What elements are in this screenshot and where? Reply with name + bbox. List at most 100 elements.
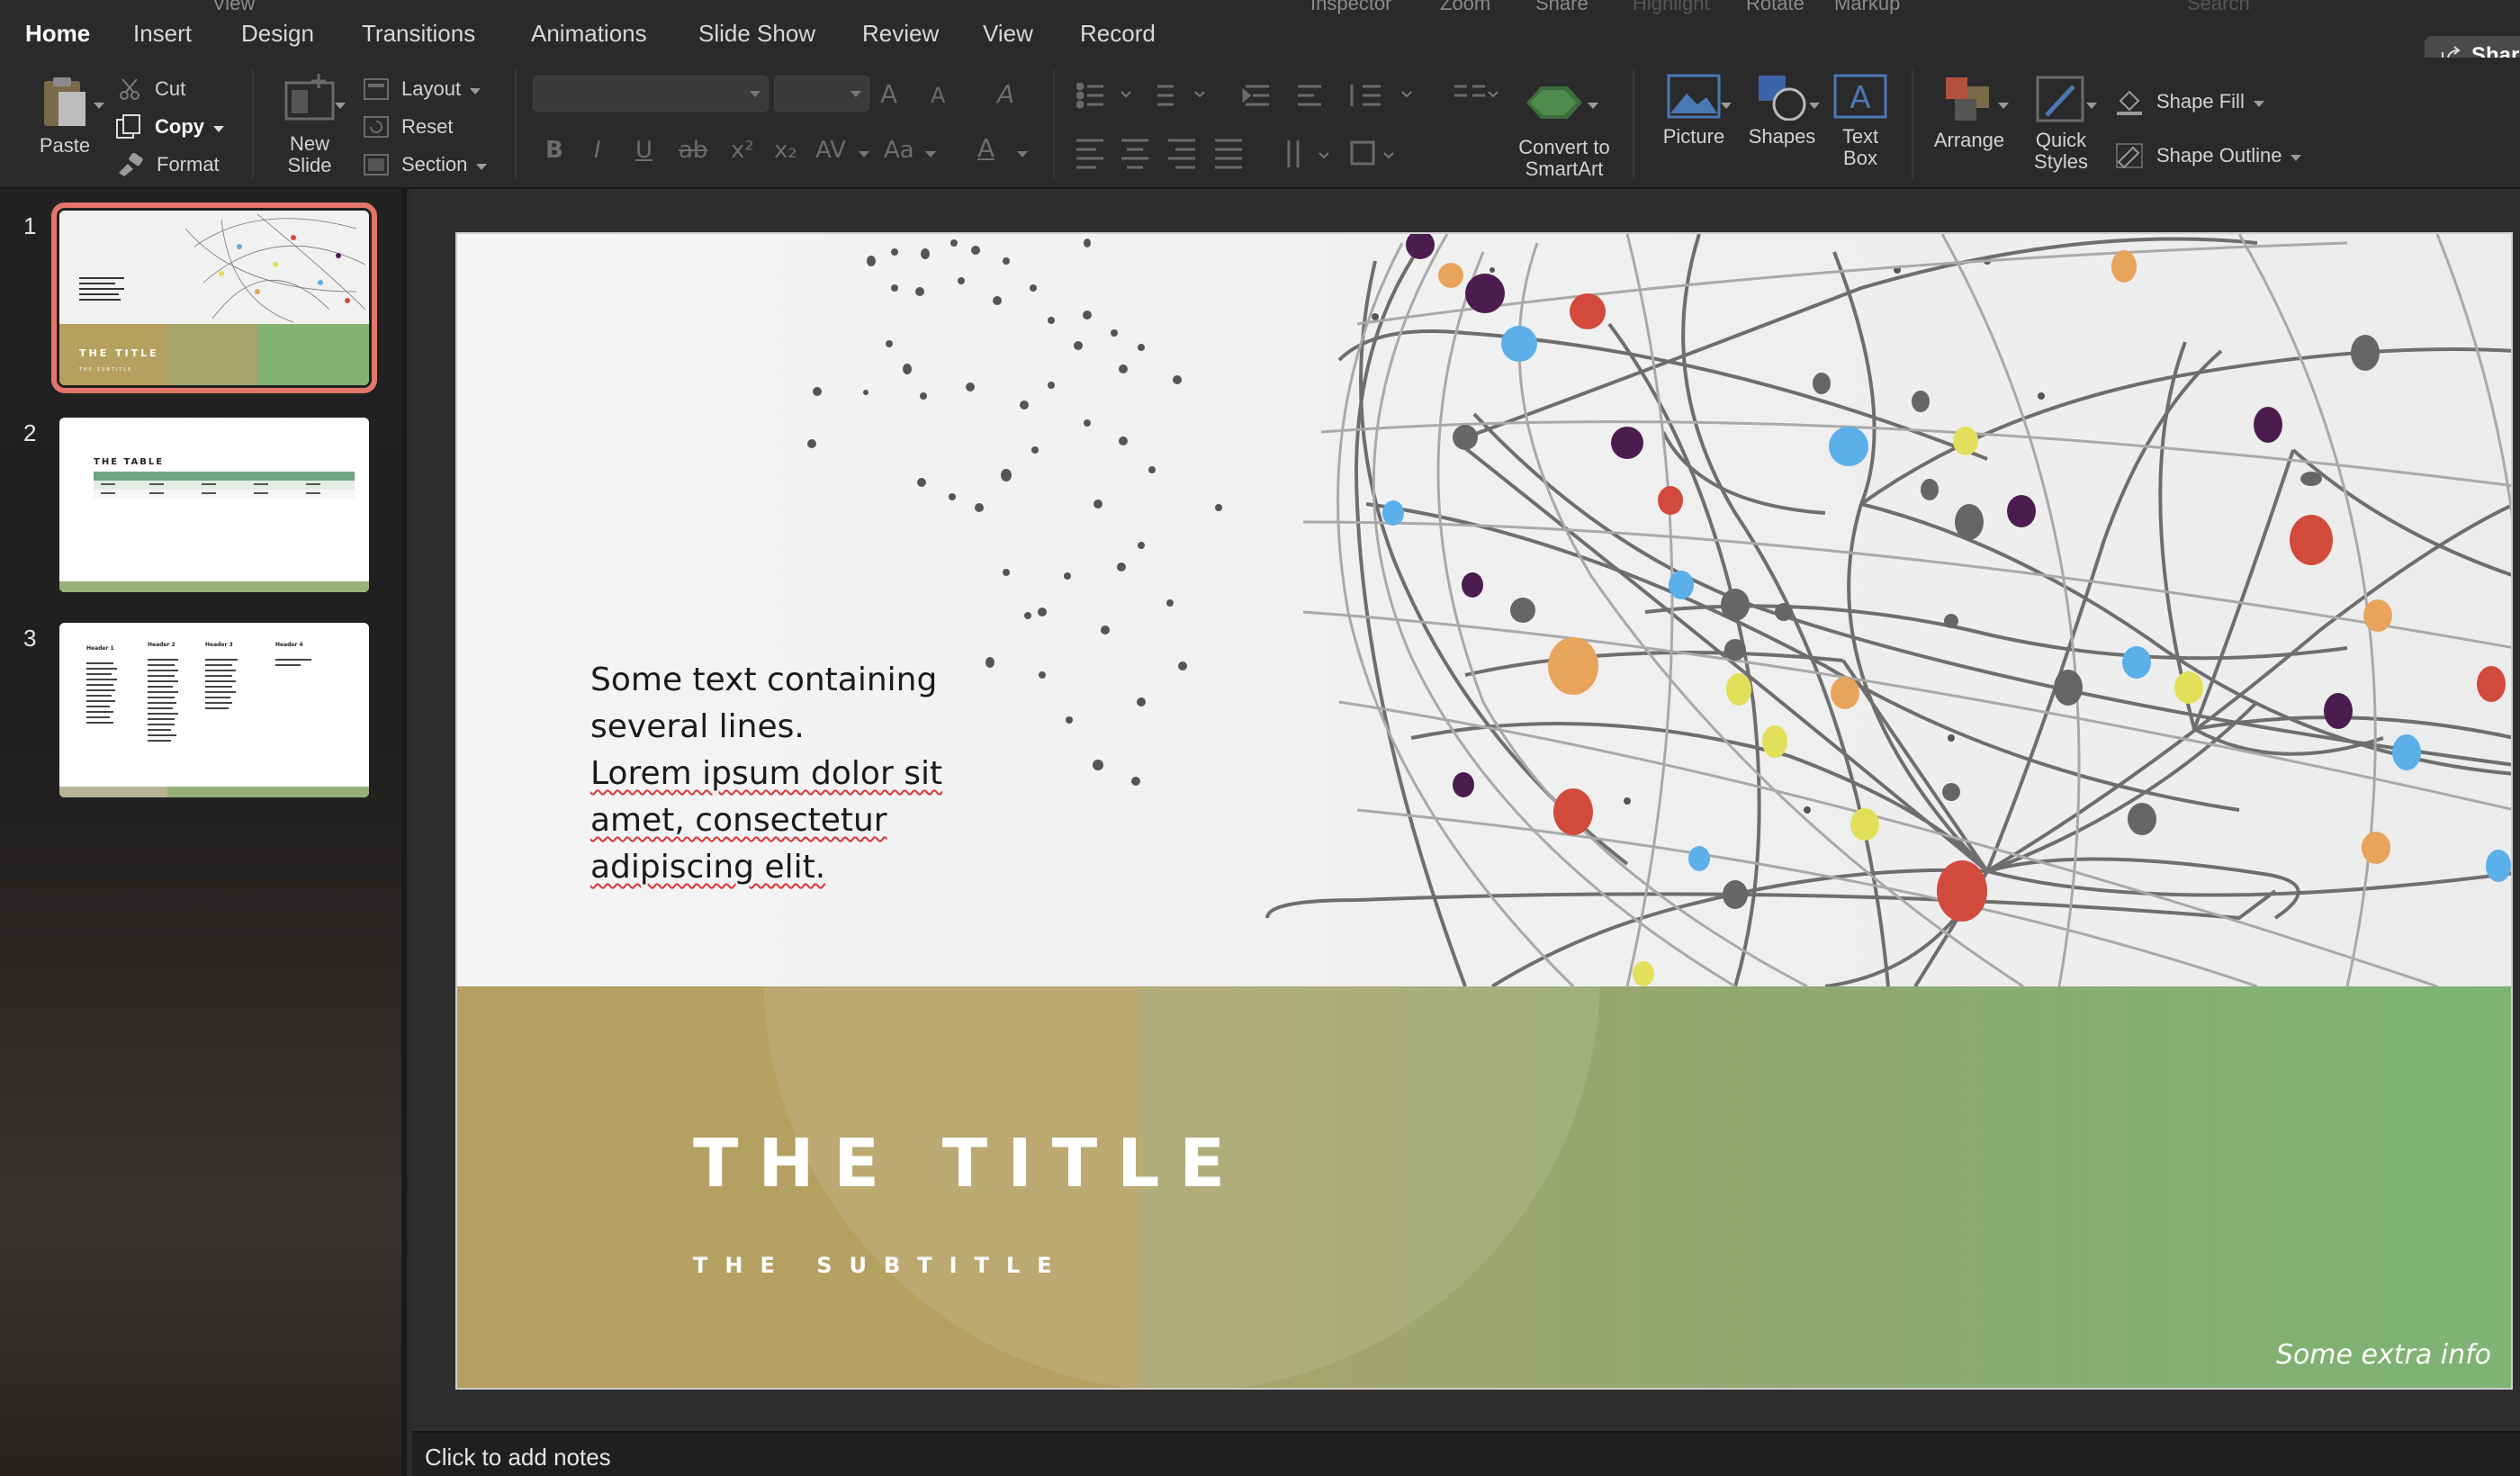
svg-text:A: A — [1850, 80, 1870, 116]
slide-title[interactable]: THE TITLE — [693, 1125, 1245, 1202]
layout-dropdown-caret[interactable] — [470, 87, 482, 94]
slide-body-text[interactable]: Some text containing several lines. Lore… — [590, 657, 1058, 891]
text-box-button[interactable]: A Text Box — [1831, 74, 1890, 169]
toolbar-share-label[interactable]: Share — [1535, 0, 1588, 15]
character-spacing-icon[interactable]: AV — [815, 137, 846, 164]
body-line-2: several lines. — [590, 708, 805, 745]
change-case-icon[interactable]: Aa — [884, 137, 914, 164]
toolbar-inspector-label[interactable]: Inspector — [1310, 0, 1392, 15]
increase-font-size-icon[interactable]: A — [880, 79, 897, 109]
thumbnail-2-preview: THE TABLE — [59, 418, 369, 592]
shape-outline-button[interactable]: Shape Outline — [2115, 142, 2302, 169]
toolbar-rotate-label[interactable]: Rotate — [1746, 0, 1804, 15]
section-button[interactable]: Section — [364, 151, 488, 178]
slide-subtitle[interactable]: THE SUBTITLE — [693, 1253, 1069, 1278]
search-field[interactable]: Search — [2187, 0, 2250, 15]
section-icon — [364, 154, 389, 176]
tab-home[interactable]: Home — [25, 20, 90, 48]
slide-thumbnail-2[interactable]: THE TABLE — [59, 418, 369, 592]
shapes-button[interactable]: Shapes — [1744, 74, 1820, 148]
reset-button[interactable]: Reset — [364, 113, 453, 140]
format-painter-button[interactable]: Format — [117, 151, 220, 178]
arrange-dropdown-caret[interactable] — [1998, 103, 2009, 109]
decrease-font-size-icon[interactable]: A — [931, 83, 945, 108]
tab-slide-show[interactable]: Slide Show — [698, 20, 815, 48]
cut-button[interactable]: Cut — [119, 76, 185, 103]
new-slide-dropdown-caret[interactable] — [335, 103, 346, 109]
scissors-icon — [120, 78, 140, 100]
text-box-icon: A — [1833, 74, 1887, 119]
quick-styles-dropdown-caret[interactable] — [2086, 103, 2097, 109]
slide-thumbnail-1[interactable]: THE TITLE THE SUBTITLE — [51, 202, 377, 393]
smartart-dropdown-caret[interactable] — [1588, 103, 1598, 109]
copy-dropdown-caret[interactable] — [213, 125, 224, 132]
copy-button[interactable]: Copy — [115, 113, 224, 140]
slide-thumbnail-3[interactable]: Header 1 Header 2 Header 3 Header 4 — [59, 623, 369, 797]
toolbar-view-label[interactable]: View — [212, 0, 255, 15]
shape-outline-caret[interactable] — [2290, 154, 2302, 161]
quick-styles-label-2: Styles — [2034, 150, 2088, 173]
quick-styles-button[interactable]: Quick Styles — [2016, 74, 2106, 173]
tab-view[interactable]: View — [983, 20, 1033, 48]
tab-review[interactable]: Review — [862, 20, 939, 48]
italic-icon[interactable]: I — [594, 137, 601, 164]
thumbnail-1-preview: THE TITLE THE SUBTITLE — [59, 211, 369, 385]
picture-button[interactable]: Picture — [1652, 74, 1735, 148]
underline-icon[interactable]: U — [635, 137, 652, 164]
notes-placeholder: Click to add notes — [425, 1444, 611, 1471]
font-color-caret[interactable] — [1017, 151, 1028, 158]
paste-dropdown-caret[interactable] — [94, 103, 104, 109]
layout-button[interactable]: Layout — [364, 76, 482, 103]
font-color-icon[interactable]: A — [977, 133, 994, 163]
arrange-button[interactable]: Arrange — [1926, 74, 2012, 151]
slide-extra-info[interactable]: Some extra info — [2276, 1339, 2491, 1371]
ribbon-separator — [1633, 70, 1634, 178]
convert-label-1: Convert to — [1518, 136, 1610, 158]
shape-fill-button[interactable]: Shape Fill — [2115, 88, 2264, 115]
superscript-icon[interactable]: x² — [731, 137, 754, 164]
clear-formatting-icon[interactable]: A — [997, 79, 1014, 109]
shape-outline-label: Shape Outline — [2156, 144, 2282, 166]
convert-to-smartart-button[interactable]: Convert to SmartArt — [1508, 137, 1620, 180]
ribbon-separator — [515, 70, 517, 178]
notes-pane[interactable]: Click to add notes — [412, 1431, 2520, 1476]
font-name-dropdown[interactable] — [533, 76, 769, 112]
toolbar-markup-label[interactable]: Markup — [1834, 0, 1900, 15]
change-case-caret[interactable] — [925, 151, 936, 158]
tab-insert[interactable]: Insert — [133, 20, 192, 48]
arrange-icon — [1946, 77, 1989, 121]
arrange-label: Arrange — [1933, 129, 2005, 151]
body-line-5: adipiscing elit. — [590, 849, 826, 886]
font-size-dropdown[interactable] — [774, 76, 869, 112]
bold-icon[interactable]: B — [545, 137, 563, 164]
subscript-icon[interactable]: x₂ — [774, 137, 797, 164]
reset-label: Reset — [401, 115, 454, 138]
toolbar-zoom-label[interactable]: Zoom — [1440, 0, 1490, 15]
thumbnail-1-title: THE TITLE — [79, 347, 159, 359]
tab-record[interactable]: Record — [1080, 20, 1156, 48]
quick-styles-icon — [2036, 76, 2084, 122]
new-slide-button[interactable]: New Slide — [266, 74, 353, 176]
copy-icon — [116, 114, 140, 139]
shape-fill-caret[interactable] — [2253, 100, 2264, 107]
text-box-label-2: Box — [1843, 147, 1877, 169]
section-dropdown-caret[interactable] — [476, 163, 488, 170]
picture-dropdown-caret[interactable] — [1721, 103, 1732, 109]
slide-1[interactable]: Some text containing several lines. Lore… — [455, 232, 2513, 1390]
toolbar-highlight-label[interactable]: Highlight — [1633, 0, 1710, 15]
top-toolbar-strip: View Inspector Zoom Share Highlight Rota… — [0, 0, 2520, 16]
paste-button[interactable]: Paste — [23, 74, 106, 157]
strikethrough-icon[interactable]: ab — [679, 137, 707, 164]
ribbon-separator — [1053, 70, 1055, 178]
shapes-dropdown-caret[interactable] — [1809, 103, 1820, 109]
thumbnail-number-1: 1 — [23, 212, 37, 239]
tab-transitions[interactable]: Transitions — [362, 20, 475, 48]
ribbon-tabs: Home Insert Design Transitions Animation… — [0, 16, 2520, 74]
tab-design[interactable]: Design — [241, 20, 314, 48]
thumbnail-3-header-1: Header 1 — [86, 645, 114, 652]
paintbrush-icon — [119, 153, 143, 176]
tab-animations[interactable]: Animations — [531, 20, 647, 48]
text-box-label-1: Text — [1841, 125, 1879, 148]
character-spacing-caret[interactable] — [859, 151, 869, 158]
pencil-outline-icon — [2116, 143, 2143, 169]
